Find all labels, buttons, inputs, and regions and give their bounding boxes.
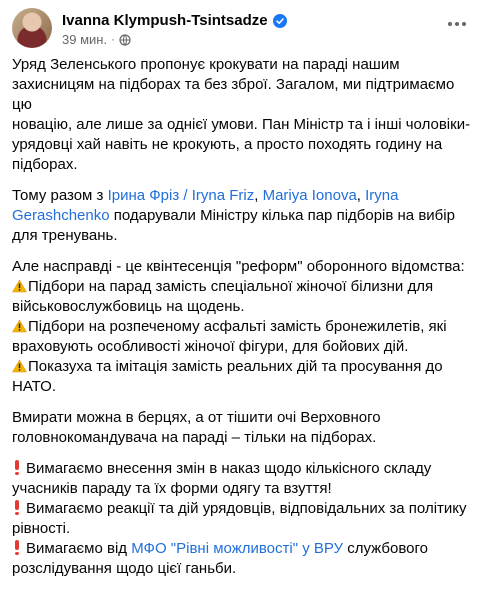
mention-iryna-gerashchenko[interactable]: Gerashchenko [12, 207, 110, 224]
text-line: для тренувань. [12, 227, 118, 244]
text-line: Вмирати можна в берцях, а от тішити очі … [12, 409, 381, 426]
author-avatar[interactable] [12, 8, 52, 48]
post-timestamp[interactable]: 39 мин. [62, 32, 107, 47]
demand-line: Вимагаємо внесення змін в наказ щодо кіл… [12, 459, 478, 479]
demand-line: Вимагаємо від МФО "Рівні можливості" у В… [12, 539, 478, 559]
text-line: враховують особливості жіночої фігури, д… [12, 338, 409, 355]
text-segment: Підбори на розпеченому асфальті замість … [28, 318, 447, 335]
paragraph-5: Вимагаємо внесення змін в наказ щодо кіл… [12, 459, 478, 579]
text-segment: Вимагаємо від [26, 540, 132, 557]
paragraph-3: Але насправді - це квінтесенція "реформ"… [12, 257, 478, 397]
post-text: Уряд Зеленського пропонує крокувати на п… [12, 55, 478, 590]
text-segment: Вимагаємо внесення змін в наказ щодо кіл… [26, 460, 432, 477]
exclamation-icon [12, 540, 22, 555]
exclamation-icon [12, 500, 22, 515]
text-segment: подарували Міністру кілька пар підборів … [109, 207, 455, 224]
text-line: рівності. [12, 520, 71, 537]
text-line: розслідування щодо цієї ганьби. [12, 560, 237, 577]
text-line: підборах. [12, 156, 78, 173]
bullet-line: Підбори на розпеченому асфальті замість … [12, 317, 478, 337]
more-options-icon[interactable] [443, 10, 471, 38]
text-line: НАТО. [12, 378, 56, 395]
warning-icon [12, 279, 27, 293]
globe-icon[interactable] [119, 33, 131, 46]
text-line: урядовці хай навіть не крокують, а прост… [12, 136, 443, 153]
paragraph-2: Тому разом з Ірина Фріз / Iryna Friz, Ma… [12, 186, 478, 246]
post-meta: 39 мин. · [62, 32, 131, 47]
bullet-line: Показуха та імітація замість реальних ді… [12, 357, 478, 377]
text-segment: службового [343, 540, 428, 557]
bullet-line: Підбори на парад замість спеціальної жін… [12, 277, 478, 297]
mention-mariya-ionova[interactable]: Mariya Ionova [263, 187, 357, 204]
text-line: Уряд Зеленського пропонує крокувати на п… [12, 56, 400, 73]
author-line: Ivanna Klympush-Tsintsadze [62, 12, 287, 29]
paragraph-1: Уряд Зеленського пропонує крокувати на п… [12, 55, 478, 175]
text-line: військовослужбовиць на щодень. [12, 298, 245, 315]
warning-icon [12, 319, 27, 333]
text-line: учасників параду та їх форми одягу та вз… [12, 480, 332, 497]
text-segment: Тому разом з [12, 187, 108, 204]
author-name[interactable]: Ivanna Klympush-Tsintsadze [62, 12, 268, 29]
verified-badge-icon [272, 13, 287, 28]
mention-iryna-friz[interactable]: Ірина Фріз / Iryna Friz [108, 187, 255, 204]
facebook-post: Ivanna Klympush-Tsintsadze 39 мин. · Уря… [0, 0, 485, 577]
paragraph-4: Вмирати можна в берцях, а от тішити очі … [12, 408, 478, 448]
mention-iryna-gerashchenko[interactable]: Iryna [365, 187, 398, 204]
demand-line: Вимагаємо реакції та дій урядовців, відп… [12, 499, 478, 519]
text-line: Тому разом з Ірина Фріз / Iryna Friz, Ma… [12, 186, 478, 206]
text-segment: , [356, 187, 366, 204]
text-line: новацію, але лише за однієї умови. Пан М… [12, 116, 471, 133]
text-line: захисницям на підборах та без зброї. Заг… [12, 76, 455, 113]
post-header: Ivanna Klympush-Tsintsadze 39 мин. · [12, 8, 473, 48]
text-segment: , [254, 187, 263, 204]
text-line: головнокомандувача на параді – тільки на… [12, 429, 377, 446]
text-segment: Вимагаємо реакції та дій урядовців, відп… [26, 500, 467, 517]
exclamation-icon [12, 460, 22, 475]
warning-icon [12, 359, 27, 373]
text-segment: Показуха та імітація замість реальних ді… [28, 358, 443, 375]
mention-mfo-rivni-mozhlyvosti[interactable]: МФО "Рівні можливості" у ВРУ [131, 540, 343, 557]
text-line: Gerashchenko подарували Міністру кілька … [12, 206, 478, 226]
text-line: Але насправді - це квінтесенція "реформ"… [12, 258, 465, 275]
text-segment: Підбори на парад замість спеціальної жін… [28, 278, 434, 295]
meta-separator: · [111, 33, 115, 46]
